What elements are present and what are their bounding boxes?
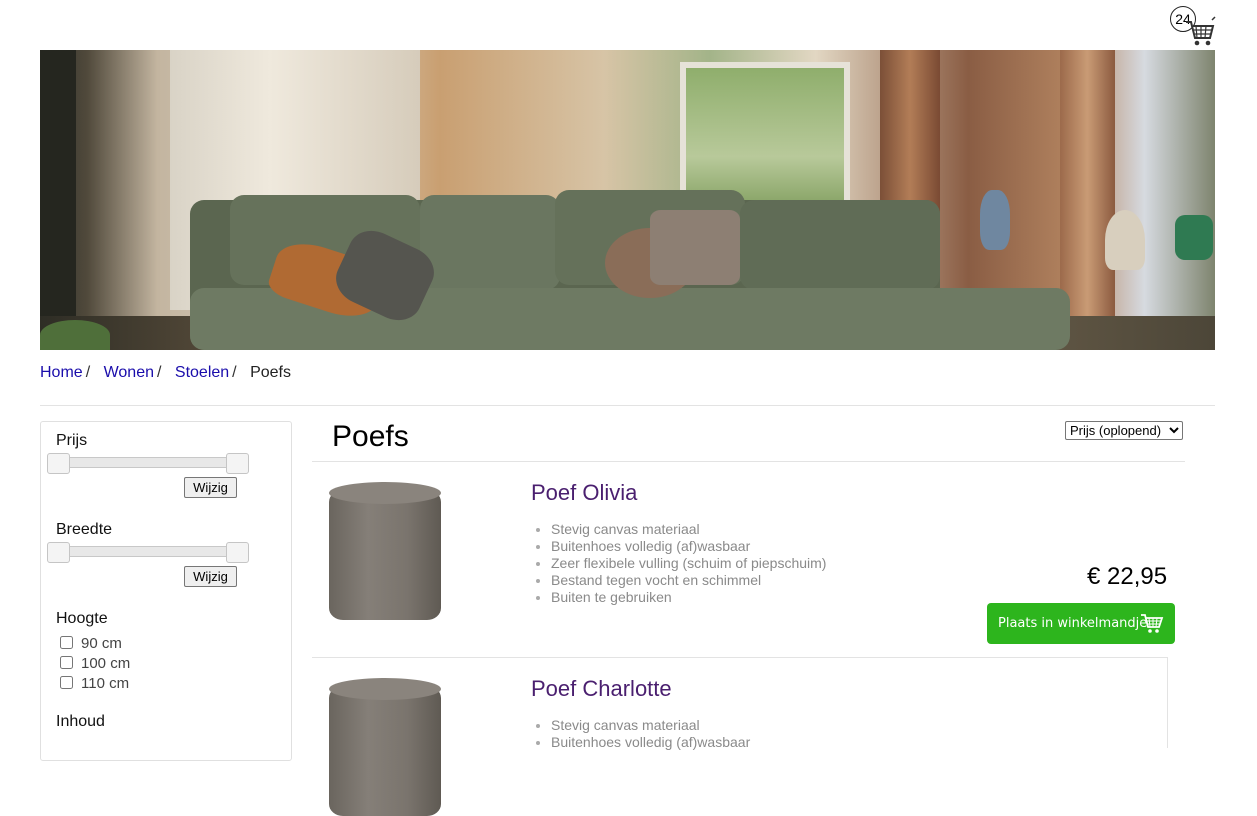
cart-icon (1141, 614, 1164, 633)
page-title: Poefs (332, 420, 409, 453)
height-option[interactable]: 90 cm (60, 635, 122, 652)
breadcrumb-wonen[interactable]: Wonen (104, 364, 154, 381)
breadcrumb-home[interactable]: Home (40, 364, 83, 381)
sort-select[interactable]: Prijs (oplopend) (1065, 421, 1183, 440)
product-name[interactable]: Poef Olivia (531, 480, 637, 506)
height-filter-title: Hoogte (56, 610, 108, 627)
height-110-checkbox[interactable] (60, 676, 73, 689)
feature-list: Stevig canvas materiaal Buitenhoes volle… (531, 717, 750, 751)
price-min-handle[interactable] (47, 453, 70, 474)
divider (40, 405, 1215, 406)
product-image[interactable] (329, 482, 441, 620)
height-option-label: 100 cm (81, 655, 131, 672)
height-option-label: 110 cm (81, 675, 130, 692)
width-max-handle[interactable] (226, 542, 249, 563)
filter-sidebar: Prijs Wijzig Breedte Wijzig Hoogte 90 cm… (40, 421, 292, 761)
height-option[interactable]: 110 cm (60, 675, 129, 692)
height-100-checkbox[interactable] (60, 656, 73, 669)
content-filter-title: Inhoud (56, 713, 105, 730)
feature-list: Stevig canvas materiaal Buitenhoes volle… (531, 521, 826, 606)
width-range-slider[interactable] (47, 542, 249, 563)
price-filter-title: Prijs (56, 432, 88, 449)
price-max-handle[interactable] (226, 453, 249, 474)
product-image[interactable] (329, 678, 441, 816)
feature-item: Buiten te gebruiken (551, 589, 826, 606)
product-card: Poef Charlotte Stevig canvas materiaal B… (312, 658, 1168, 816)
width-min-handle[interactable] (47, 542, 70, 563)
price-range-slider[interactable] (47, 453, 249, 474)
cart-button[interactable]: 24 (1170, 6, 1218, 50)
feature-item: Zeer flexibele vulling (schuim of piepsc… (551, 555, 826, 572)
height-90-checkbox[interactable] (60, 636, 73, 649)
breadcrumb-current: Poefs (250, 364, 291, 381)
height-option[interactable]: 100 cm (60, 655, 130, 672)
price-change-button[interactable]: Wijzig (184, 477, 237, 498)
add-to-cart-button[interactable]: Plaats in winkelmandje (987, 603, 1175, 644)
height-option-label: 90 cm (81, 635, 122, 652)
slider-track (53, 457, 243, 468)
width-filter-title: Breedte (56, 521, 113, 538)
add-to-cart-label: Plaats in winkelmandje (998, 616, 1148, 631)
slider-track (53, 546, 243, 557)
breadcrumb: Home / Wonen / Stoelen / Poefs (40, 364, 291, 381)
product-card: Poef Olivia Stevig canvas materiaal Buit… (312, 462, 1175, 658)
product-name[interactable]: Poef Charlotte (531, 676, 672, 702)
feature-item: Buitenhoes volledig (af)wasbaar (551, 734, 750, 751)
feature-item: Bestand tegen vocht en schimmel (551, 572, 826, 589)
width-change-button[interactable]: Wijzig (184, 566, 237, 587)
feature-item: Buitenhoes volledig (af)wasbaar (551, 538, 826, 555)
feature-item: Stevig canvas materiaal (551, 717, 750, 734)
cart-icon (1186, 16, 1216, 46)
feature-item: Stevig canvas materiaal (551, 521, 826, 538)
breadcrumb-stoelen[interactable]: Stoelen (175, 364, 229, 381)
product-price: € 22,95 (1087, 563, 1168, 590)
hero-banner-image (40, 50, 1215, 350)
